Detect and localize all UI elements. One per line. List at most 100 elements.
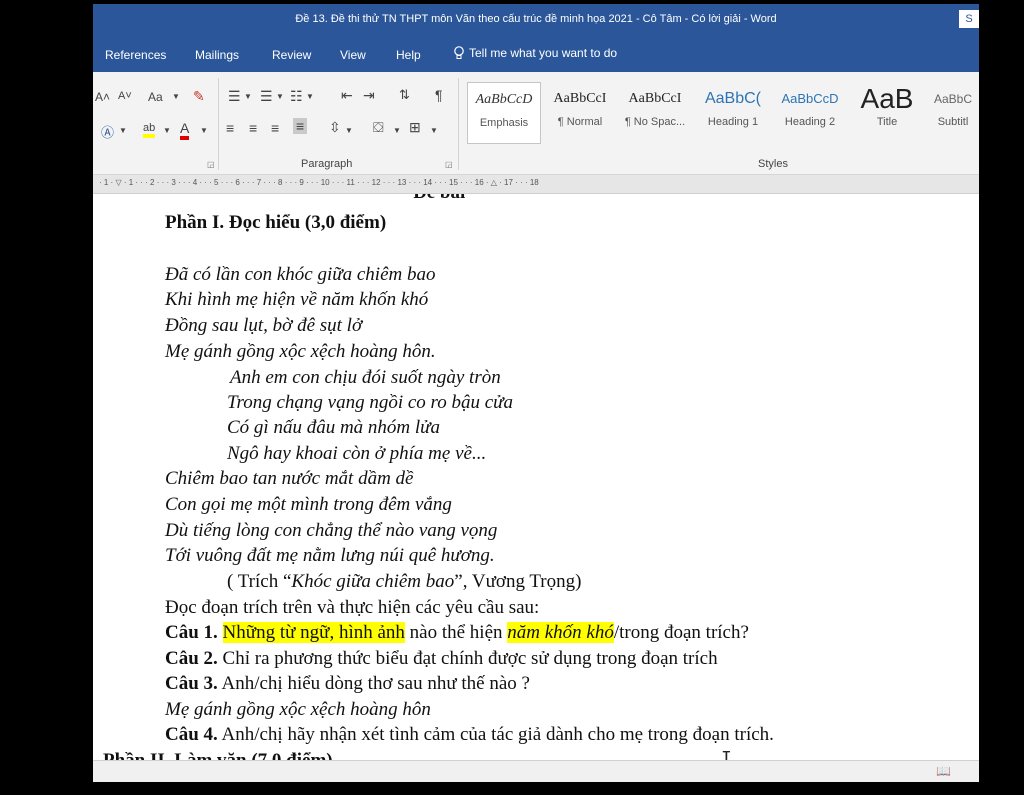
bullets-icon[interactable]: ☰ — [228, 88, 241, 105]
question-1: Câu 1. Những từ ngữ, hình ảnh nào thể hi… — [165, 622, 749, 644]
style-name: Heading 2 — [784, 116, 836, 128]
style-emphasis[interactable]: AaBbCcD Emphasis — [467, 82, 541, 144]
chevron-down-icon[interactable]: ▼ — [345, 126, 353, 135]
poem-line: Con gọi mẹ một mình trong đêm vắng — [165, 494, 452, 515]
question-2: Câu 2. Chỉ ra phương thức biểu đạt chính… — [165, 648, 718, 670]
style-title[interactable]: AaB Title — [850, 82, 924, 144]
chevron-down-icon[interactable]: ▼ — [163, 126, 171, 135]
citation-title: Khóc giữa chiêm bao — [291, 571, 455, 592]
chevron-down-icon[interactable]: ▼ — [393, 126, 401, 135]
chevron-down-icon[interactable]: ▼ — [200, 126, 208, 135]
text-effects-icon[interactable]: Ⓐ — [101, 122, 114, 141]
separator — [458, 78, 459, 170]
word-window: Đề 13. Đề thi thử TN THPT môn Văn theo c… — [93, 4, 979, 782]
question-label: Câu 2. — [165, 648, 218, 669]
question-text: Chỉ ra phương thức biểu đạt chính được s… — [217, 648, 718, 669]
numbering-icon[interactable]: ☰ — [260, 88, 273, 105]
change-case-button[interactable]: Aa — [148, 90, 163, 104]
horizontal-ruler[interactable]: · 1 · ▽ · 1 · · · 2 · · · 3 · · · 4 · · … — [93, 175, 979, 194]
font-color-icon[interactable]: A — [180, 120, 190, 140]
increase-indent-icon[interactable]: ⇥ — [363, 87, 375, 104]
question-label: Câu 1. — [165, 622, 218, 643]
align-left-icon[interactable]: ≡ — [226, 120, 234, 136]
question-3: Câu 3. Anh/chị hiểu dòng thơ sau như thế… — [165, 673, 530, 695]
style-name: Title — [876, 116, 898, 128]
chevron-down-icon[interactable]: ▼ — [276, 92, 284, 101]
ribbon: A˄ A˅ Aa ▼ ✎ Ⓐ ▼ ab ▼ A ▼ ☰ ▼ ☰ ▼ ☷ ▼ ⇤ … — [93, 72, 979, 175]
style-no-spacing[interactable]: AaBbCcI ¶ No Spac... — [618, 82, 692, 144]
document-page[interactable]: Đề bài Phần I. Đọc hiểu (3,0 điểm) Đã có… — [93, 194, 979, 760]
line-spacing-icon[interactable]: ⇳ — [329, 119, 341, 136]
question-label: Câu 3. — [165, 673, 218, 694]
poem-line: Anh em con chịu đói suốt ngày tròn — [230, 367, 501, 388]
style-preview: AaBbC( — [704, 90, 762, 107]
highlighted-text: Những từ ngữ, hình ảnh — [222, 622, 405, 643]
style-preview: AaBbCcD — [475, 92, 533, 107]
citation: ( Trích “Khóc giữa chiêm bao”, Vương Trọ… — [227, 571, 581, 593]
shrink-font-button[interactable]: A˅ — [118, 90, 132, 102]
style-name: Subtitl — [937, 116, 969, 128]
style-preview: AaBbCcI — [628, 91, 682, 106]
separator — [218, 78, 219, 170]
ribbon-tabs: References Mailings Review View Help Tel… — [93, 38, 979, 72]
align-center-icon[interactable]: ≡ — [249, 120, 257, 136]
justify-icon[interactable]: ≡ — [293, 118, 308, 134]
grow-font-button[interactable]: A˄ — [95, 90, 110, 104]
styles-group-label: Styles — [758, 158, 788, 170]
tell-me-search[interactable]: Tell me what you want to do — [453, 46, 617, 60]
poem-line: Đồng sau lụt, bờ đê sụt lở — [165, 315, 363, 336]
poem-line: Có gì nấu đâu mà nhóm lửa — [227, 417, 441, 438]
chevron-down-icon[interactable]: ▼ — [430, 126, 438, 135]
ruler-scale: · 1 · ▽ · 1 · · · 2 · · · 3 · · · 4 · · … — [99, 178, 539, 187]
sort-icon[interactable]: ⇅ — [399, 87, 410, 103]
style-name: ¶ No Spac... — [624, 116, 686, 128]
style-subtitle[interactable]: AaBbC Subtitl — [927, 82, 979, 144]
tab-view[interactable]: View — [340, 48, 366, 62]
style-preview: AaBbC — [933, 92, 973, 106]
question-text: /trong đoạn trích? — [613, 622, 749, 643]
tell-me-text: Tell me what you want to do — [469, 46, 618, 60]
chevron-down-icon[interactable]: ▼ — [244, 92, 252, 101]
clear-formatting-icon[interactable]: ✎ — [193, 88, 205, 105]
question-4: Câu 4. Anh/chị hãy nhận xét tình cảm của… — [165, 724, 774, 746]
document-title-fragment: Đề bài — [413, 194, 465, 204]
tab-references[interactable]: References — [105, 48, 166, 62]
highlight-icon[interactable]: ab — [143, 122, 156, 138]
borders-icon[interactable]: ⊞ — [409, 119, 421, 136]
status-bar: 📖 — [93, 760, 979, 782]
section-1-heading: Phần I. Đọc hiểu (3,0 điểm) — [165, 212, 387, 233]
question-label: Câu 4. — [165, 724, 218, 745]
citation-prefix: ( Trích “ — [227, 571, 292, 592]
chevron-down-icon[interactable]: ▼ — [119, 126, 127, 135]
style-heading-2[interactable]: AaBbCcD Heading 2 — [773, 82, 847, 144]
highlighted-text: năm khốn khó — [507, 622, 614, 643]
style-heading-1[interactable]: AaBbC( Heading 1 — [696, 82, 770, 144]
read-mode-icon[interactable]: 📖 — [936, 764, 951, 778]
instruction: Đọc đoạn trích trên và thực hiện các yêu… — [165, 597, 540, 618]
question-text: Anh/chị hãy nhận xét tình cảm của tác gi… — [217, 724, 774, 745]
chevron-down-icon[interactable]: ▼ — [306, 92, 314, 101]
sign-in-button[interactable]: S — [959, 10, 979, 28]
tab-help[interactable]: Help — [396, 48, 421, 62]
font-dialog-launcher-icon[interactable]: ◲ — [207, 160, 215, 169]
decrease-indent-icon[interactable]: ⇤ — [341, 87, 353, 104]
multilevel-list-icon[interactable]: ☷ — [290, 88, 303, 105]
poem-line: Trong chạng vạng ngồi co ro bậu cửa — [227, 392, 514, 413]
style-preview: AaBbCcI — [553, 91, 607, 106]
style-preview: AaBbCcD — [781, 91, 839, 106]
tab-mailings[interactable]: Mailings — [195, 48, 239, 62]
poem-line: Ngô hay khoai còn ở phía mẹ về... — [227, 443, 487, 464]
chevron-down-icon[interactable]: ▼ — [172, 92, 180, 101]
section-2-heading: Phần II. Làm văn (7,0 điểm) — [103, 750, 333, 760]
tab-review[interactable]: Review — [272, 48, 311, 62]
poem-line: Mẹ gánh gồng xộc xệch hoàng hôn. — [165, 341, 436, 362]
citation-suffix: ”, Vương Trọng) — [454, 571, 582, 592]
shading-icon[interactable]: ⛋ — [373, 119, 384, 136]
align-right-icon[interactable]: ≡ — [271, 120, 279, 136]
paragraph-group-label: Paragraph — [301, 158, 353, 170]
show-formatting-icon[interactable]: ¶ — [435, 87, 443, 103]
title-bar: Đề 13. Đề thi thử TN THPT môn Văn theo c… — [93, 4, 979, 38]
style-normal[interactable]: AaBbCcI ¶ Normal — [543, 82, 617, 144]
question-text: nào thể hiện — [404, 622, 508, 643]
paragraph-dialog-launcher-icon[interactable]: ◲ — [445, 160, 453, 169]
